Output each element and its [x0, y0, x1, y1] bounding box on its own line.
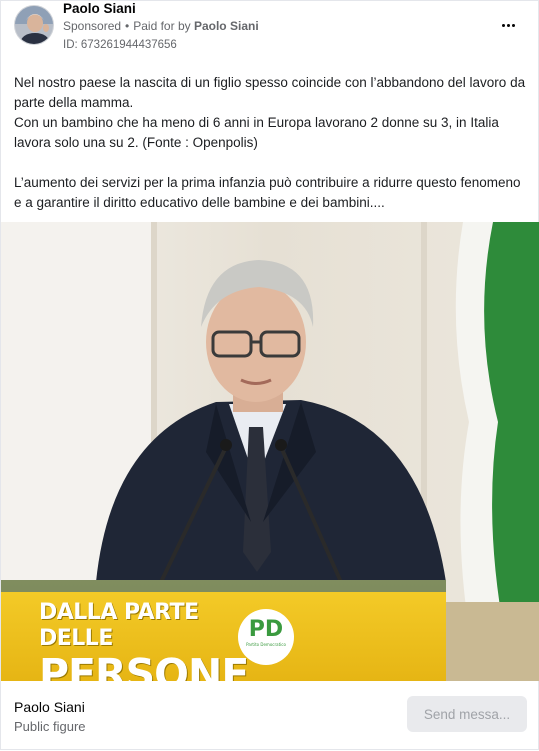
- more-horizontal-icon: [501, 23, 505, 27]
- ad-id: ID: 673261944437656: [63, 39, 177, 51]
- post-paragraph: L’aumento dei servizi per la prima infan…: [14, 175, 521, 210]
- pd-logo: PD Partito Democratico: [242, 617, 290, 648]
- sponsored-label: Sponsored: [63, 19, 122, 33]
- podium-line-2: PERSONE: [39, 650, 249, 681]
- post-footer: Paolo Siani Public figure Send messa...: [1, 681, 539, 751]
- post-text: Nel nostro paese la nascita di un figlio…: [14, 73, 529, 213]
- footer-category: Public figure: [14, 719, 86, 734]
- separator-dot: •: [125, 19, 130, 33]
- podium-line-1: DALLA PARTE DELLE: [39, 600, 199, 651]
- pd-logo-caption: Partito Democratico: [246, 642, 286, 647]
- paid-for-name[interactable]: Paolo Siani: [194, 19, 259, 33]
- post-paragraph: Nel nostro paese la nascita di un figlio…: [14, 75, 526, 110]
- podium-slogan: DALLA PARTE DELLE PERSONE: [39, 600, 269, 681]
- pd-logo-mark: PD: [248, 617, 284, 642]
- send-message-button[interactable]: Send messa...: [407, 696, 527, 732]
- more-options-button[interactable]: [494, 11, 522, 39]
- post-paragraph: Con un bambino che ha meno di 6 anni in …: [14, 115, 499, 150]
- more-horizontal-icon-dot: [506, 23, 510, 27]
- ad-card: Paolo Siani Sponsored • Paid for by Paolo …: [0, 0, 539, 750]
- footer-page-name[interactable]: Paolo Siani: [14, 699, 85, 715]
- more-horizontal-icon-dot: [511, 23, 515, 27]
- avatar[interactable]: [14, 5, 54, 45]
- page-name[interactable]: Paolo Siani: [63, 1, 136, 16]
- post-header: Paolo Siani Sponsored • Paid for by Paolo …: [1, 1, 539, 63]
- paid-for-prefix: Paid for by: [133, 19, 191, 33]
- sponsored-line: Sponsored • Paid for by Paolo Siani: [63, 19, 259, 33]
- ad-image[interactable]: DALLA PARTE DELLE PERSONE PD Partito Dem…: [1, 222, 539, 681]
